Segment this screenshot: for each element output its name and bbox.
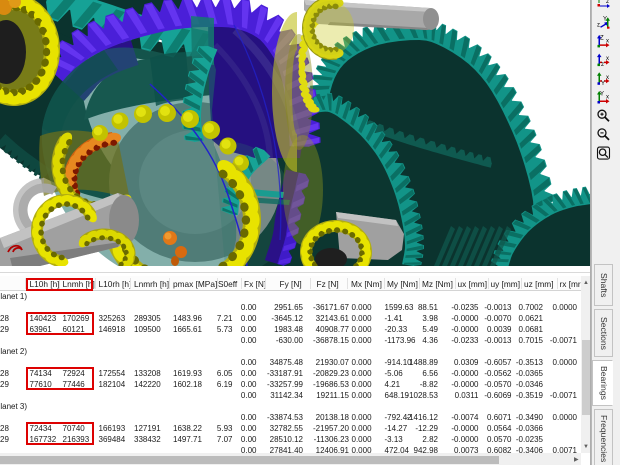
svg-text:z: z	[601, 62, 604, 68]
svg-text:x: x	[606, 95, 609, 101]
svg-text:x: x	[606, 38, 609, 44]
svg-text:Y: Y	[603, 17, 607, 23]
svg-text:x: x	[606, 56, 609, 62]
svg-text:Y: Y	[601, 81, 605, 87]
svg-text:z: z	[597, 23, 600, 29]
svg-text:z: z	[606, 0, 609, 5]
svg-text:x: x	[606, 75, 609, 81]
